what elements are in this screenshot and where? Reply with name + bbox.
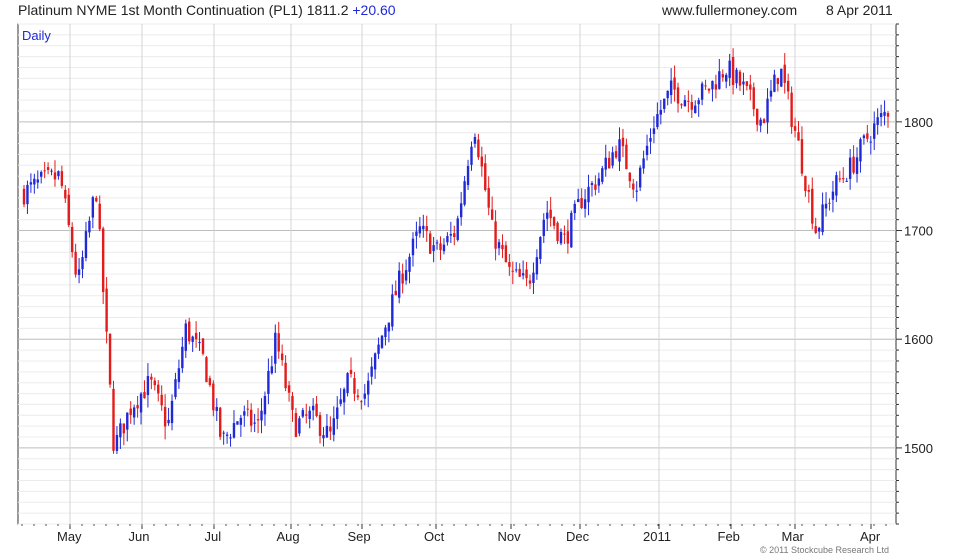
x-tick-label: Mar (782, 529, 805, 544)
x-tick-label: Aug (277, 529, 300, 544)
x-tick-label: Apr (860, 529, 881, 544)
candle (780, 68, 783, 88)
candle (428, 230, 432, 255)
price-chart: 1500 1600 1700 1800 May Jun Jul Aug Sep Oct Nov De… (17, 23, 933, 544)
y-tick-label: 1600 (904, 332, 933, 347)
candle (346, 372, 349, 397)
x-tick-label: Jun (129, 529, 150, 544)
x-tick-label: Oct (424, 529, 445, 544)
candle (556, 221, 559, 245)
candle (201, 337, 205, 356)
x-tick-label: Dec (566, 529, 590, 544)
y-tick-label: 1500 (904, 441, 933, 456)
period-label: Daily (22, 28, 51, 43)
candle (601, 165, 604, 185)
candle (236, 421, 239, 425)
copyright-text: © 2011 Stockcube Research Ltd (760, 545, 890, 555)
candle (570, 210, 573, 248)
candle (219, 406, 222, 440)
candle (298, 416, 301, 437)
x-tick-label: Sep (348, 529, 371, 544)
candle (380, 334, 384, 349)
candle (108, 333, 112, 388)
x-tick-label: 2011 (643, 529, 671, 544)
candle (112, 380, 115, 454)
candle (790, 86, 793, 134)
y-tick-label: 1800 (904, 115, 933, 130)
y-tick-label: 1700 (904, 224, 933, 239)
x-tick-label: May (57, 529, 82, 544)
candle (205, 356, 208, 383)
x-tick-label: Jul (205, 529, 222, 544)
x-axis: May Jun Jul Aug Sep Oct Nov Dec 2011 Feb Mar Apr (21, 524, 887, 544)
x-tick-label: Feb (718, 529, 740, 544)
x-tick-label: Nov (498, 529, 522, 544)
candle (456, 215, 459, 242)
y-axis: 1500 1600 1700 1800 (896, 23, 933, 525)
candle (188, 317, 191, 345)
candle (638, 165, 642, 192)
